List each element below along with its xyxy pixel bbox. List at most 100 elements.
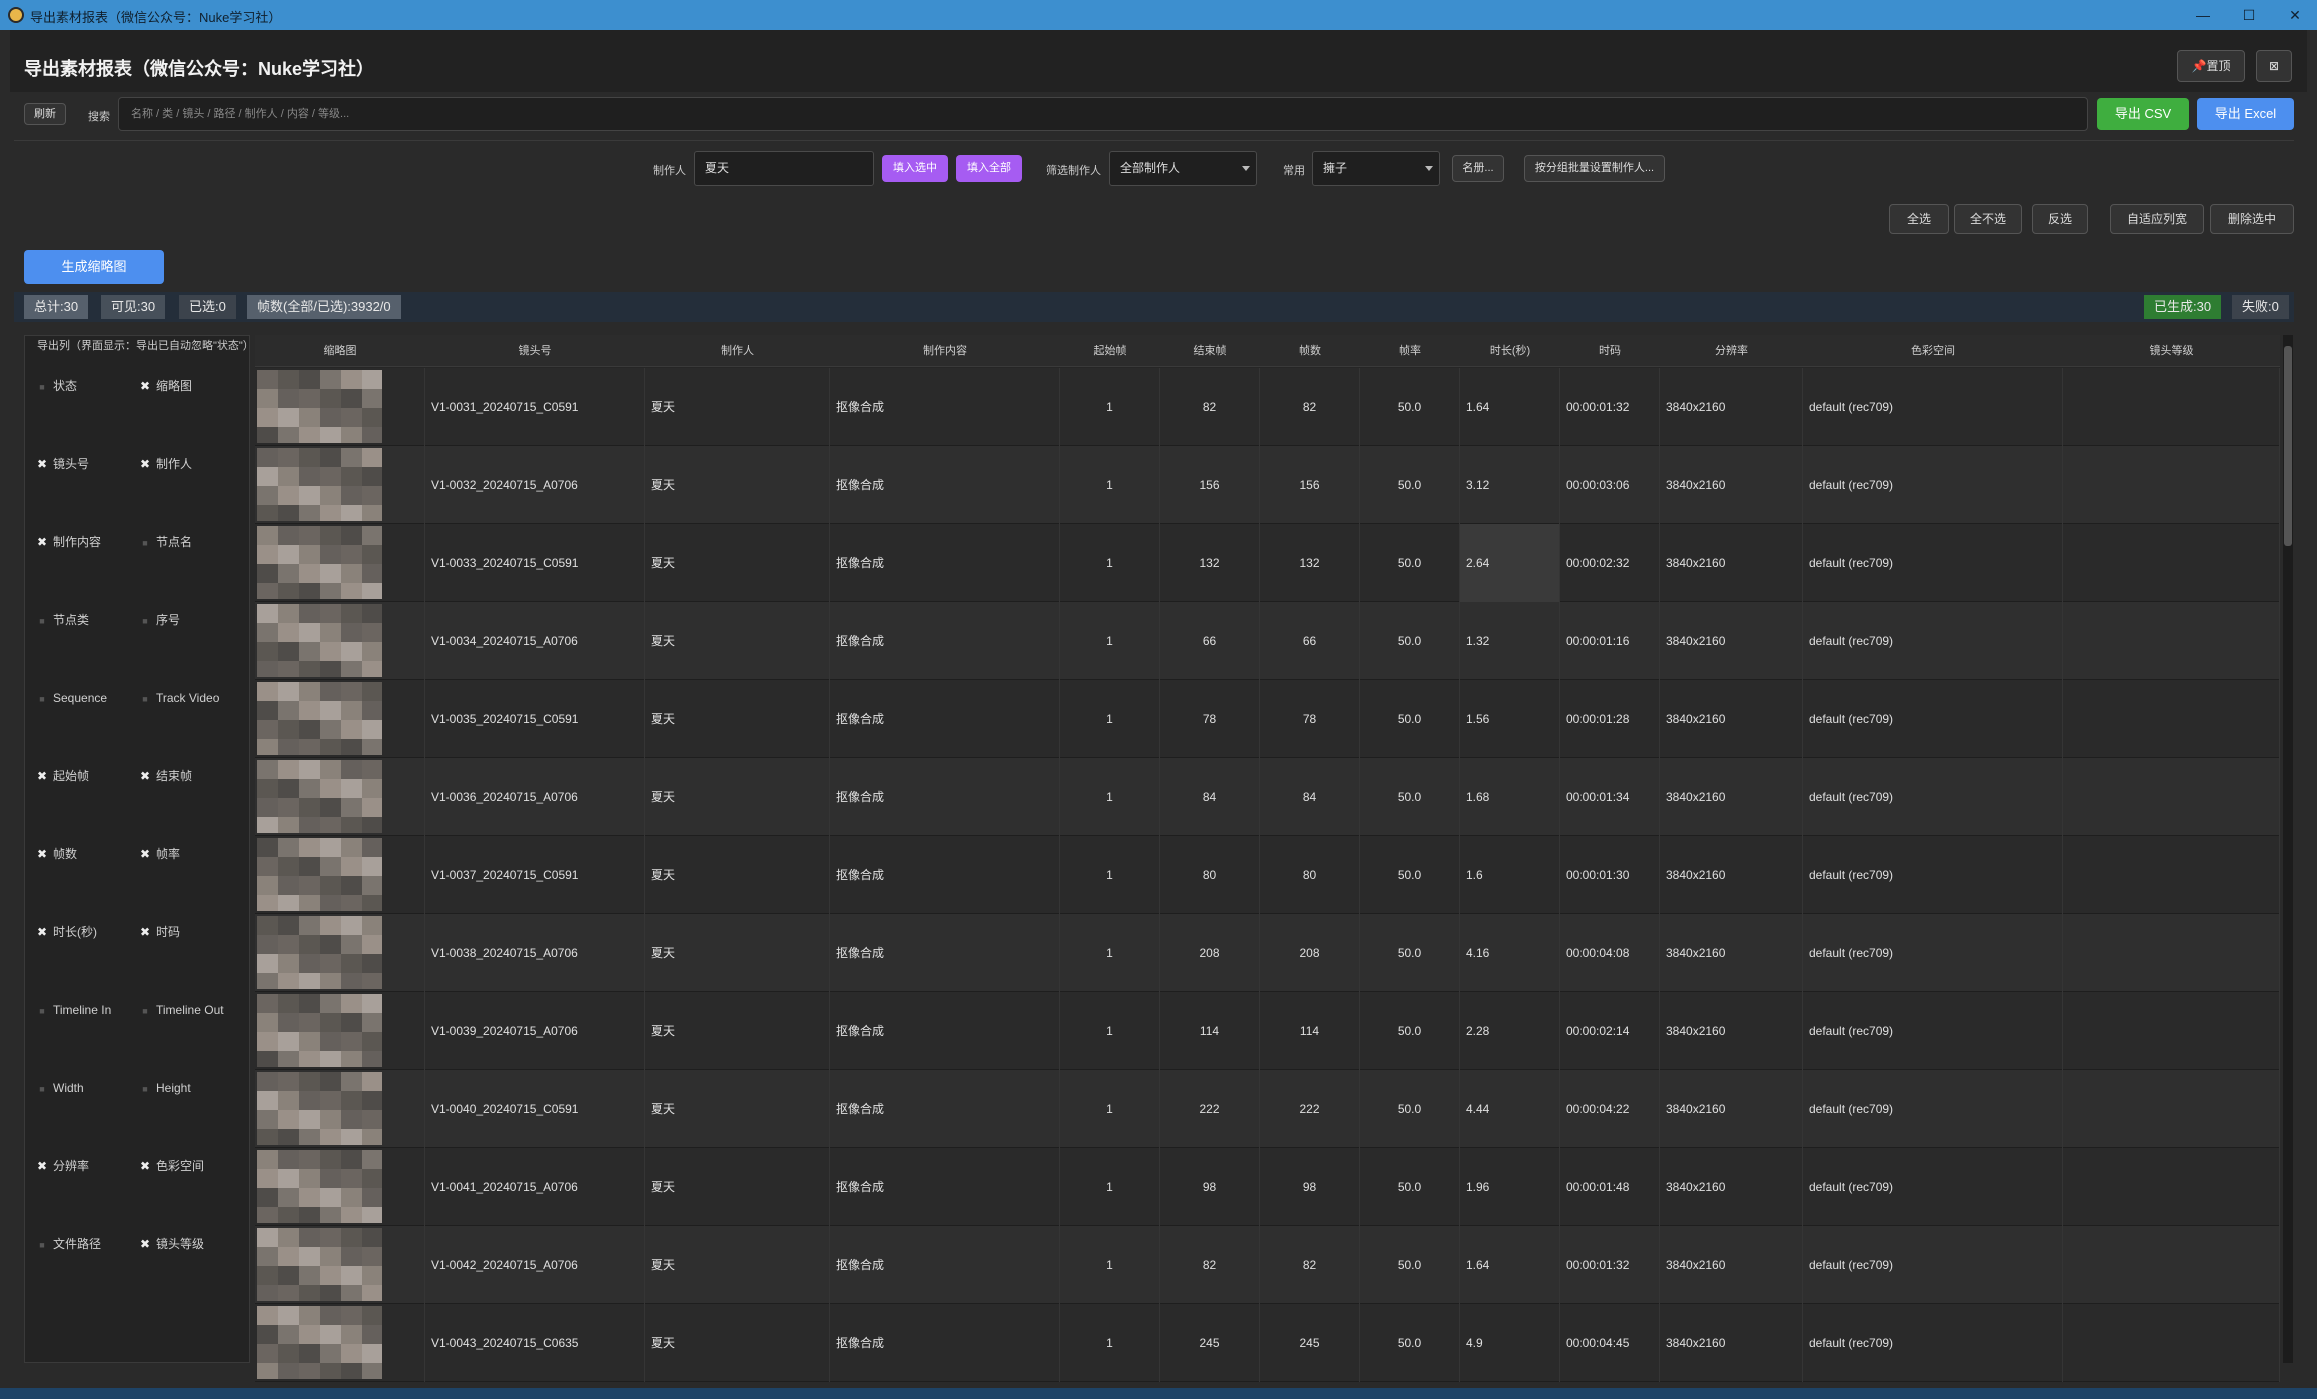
- column-option[interactable]: ✖ 分辨率: [35, 1156, 89, 1176]
- auto-column-width-button[interactable]: 自适应列宽: [2110, 204, 2204, 234]
- cell-shot[interactable]: V1-0038_20240715_A0706: [425, 914, 645, 992]
- column-header[interactable]: 制作内容: [830, 335, 1060, 367]
- cell-tc[interactable]: 00:00:02:14: [1560, 992, 1660, 1070]
- cell-level[interactable]: [2063, 1148, 2280, 1226]
- table-row[interactable]: V1-0034_20240715_A0706 夏天 抠像合成 1 66 66 50.0 1.3…: [255, 602, 2280, 680]
- cell-frames[interactable]: 82: [1260, 368, 1360, 446]
- thumbnail-cell[interactable]: [255, 1226, 425, 1304]
- column-header[interactable]: 镜头号: [425, 335, 645, 367]
- table-row[interactable]: V1-0031_20240715_C0591 夏天 抠像合成 1 82 82 50.0 1.6…: [255, 368, 2280, 446]
- checkbox-unchecked-icon[interactable]: ■: [35, 1001, 49, 1021]
- export-excel-button[interactable]: 导出 Excel: [2197, 98, 2294, 130]
- cell-end[interactable]: 132: [1160, 524, 1260, 602]
- cell-end[interactable]: 208: [1160, 914, 1260, 992]
- cell-cs[interactable]: default (rec709): [1803, 914, 2063, 992]
- minimize-icon[interactable]: —: [2180, 0, 2226, 30]
- close-icon[interactable]: ✕: [2272, 0, 2317, 30]
- cell-cs[interactable]: default (rec709): [1803, 836, 2063, 914]
- common-dropdown[interactable]: 擁子: [1312, 151, 1440, 186]
- cell-end[interactable]: 245: [1160, 1304, 1260, 1382]
- cell-res[interactable]: 3840x2160: [1660, 446, 1803, 524]
- thumbnail-cell[interactable]: [255, 524, 425, 602]
- cell-fps[interactable]: 50.0: [1360, 1226, 1460, 1304]
- cell-shot[interactable]: V1-0032_20240715_A0706: [425, 446, 645, 524]
- cell-fps[interactable]: 50.0: [1360, 602, 1460, 680]
- cell-start[interactable]: 1: [1060, 914, 1160, 992]
- column-header[interactable]: 起始帧: [1060, 335, 1160, 367]
- checkbox-unchecked-icon[interactable]: ■: [138, 1001, 152, 1021]
- cell-dur[interactable]: 4.16: [1460, 914, 1560, 992]
- column-header[interactable]: 制作人: [645, 335, 830, 367]
- cell-producer[interactable]: 夏天: [645, 602, 830, 680]
- cell-producer[interactable]: 夏天: [645, 446, 830, 524]
- column-header[interactable]: 缩略图: [255, 335, 425, 367]
- checkbox-checked-icon[interactable]: ✖: [138, 376, 152, 396]
- cell-frames[interactable]: 98: [1260, 1148, 1360, 1226]
- cell-producer[interactable]: 夏天: [645, 1226, 830, 1304]
- cell-frames[interactable]: 114: [1260, 992, 1360, 1070]
- cell-producer[interactable]: 夏天: [645, 680, 830, 758]
- checkbox-unchecked-icon[interactable]: ■: [138, 611, 152, 631]
- cell-producer[interactable]: 夏天: [645, 524, 830, 602]
- vertical-scrollbar-thumb[interactable]: [2284, 346, 2292, 546]
- cell-frames[interactable]: 66: [1260, 602, 1360, 680]
- cell-fps[interactable]: 50.0: [1360, 992, 1460, 1070]
- cell-start[interactable]: 1: [1060, 1148, 1160, 1226]
- cell-res[interactable]: 3840x2160: [1660, 914, 1803, 992]
- cell-cs[interactable]: default (rec709): [1803, 1148, 2063, 1226]
- cell-cs[interactable]: default (rec709): [1803, 992, 2063, 1070]
- checkbox-checked-icon[interactable]: ✖: [35, 922, 49, 942]
- cell-dur[interactable]: 1.32: [1460, 602, 1560, 680]
- cell-cs[interactable]: default (rec709): [1803, 680, 2063, 758]
- cell-frames[interactable]: 84: [1260, 758, 1360, 836]
- cell-fps[interactable]: 50.0: [1360, 524, 1460, 602]
- cell-level[interactable]: [2063, 992, 2280, 1070]
- checkbox-unchecked-icon[interactable]: ■: [35, 611, 49, 631]
- column-option[interactable]: ■ Width: [35, 1078, 83, 1099]
- cell-res[interactable]: 3840x2160: [1660, 992, 1803, 1070]
- cell-tc[interactable]: 00:00:03:06: [1560, 446, 1660, 524]
- column-header[interactable]: 帧率: [1360, 335, 1460, 367]
- cell-end[interactable]: 78: [1160, 680, 1260, 758]
- thumbnail-cell[interactable]: [255, 368, 425, 446]
- cell-start[interactable]: 1: [1060, 836, 1160, 914]
- cell-dur[interactable]: 2.28: [1460, 992, 1560, 1070]
- cell-frames[interactable]: 245: [1260, 1304, 1360, 1382]
- table-row[interactable]: V1-0035_20240715_C0591 夏天 抠像合成 1 78 78 50.0 1.5…: [255, 680, 2280, 758]
- cell-frames[interactable]: 132: [1260, 524, 1360, 602]
- column-header[interactable]: 时长(秒): [1460, 335, 1560, 367]
- cell-start[interactable]: 1: [1060, 1304, 1160, 1382]
- cell-dur[interactable]: 1.64: [1460, 368, 1560, 446]
- cell-res[interactable]: 3840x2160: [1660, 368, 1803, 446]
- checkbox-checked-icon[interactable]: ✖: [138, 766, 152, 786]
- cell-shot[interactable]: V1-0042_20240715_A0706: [425, 1226, 645, 1304]
- column-option[interactable]: ■ Track Video: [138, 688, 219, 708]
- checkbox-checked-icon[interactable]: ✖: [35, 844, 49, 864]
- cell-frames[interactable]: 156: [1260, 446, 1360, 524]
- column-option[interactable]: ✖ 镜头等级: [138, 1234, 204, 1254]
- cell-dur[interactable]: 2.64: [1460, 524, 1560, 602]
- cell-end[interactable]: 80: [1160, 836, 1260, 914]
- thumbnail-cell[interactable]: [255, 602, 425, 680]
- cell-dur[interactable]: 1.68: [1460, 758, 1560, 836]
- cell-cs[interactable]: default (rec709): [1803, 758, 2063, 836]
- cell-dur[interactable]: 1.96: [1460, 1148, 1560, 1226]
- cell-dur[interactable]: 4.9: [1460, 1304, 1560, 1382]
- cell-cs[interactable]: default (rec709): [1803, 602, 2063, 680]
- cell-fps[interactable]: 50.0: [1360, 680, 1460, 758]
- cell-content[interactable]: 抠像合成: [830, 758, 1060, 836]
- thumbnail-cell[interactable]: [255, 1148, 425, 1226]
- table-row[interactable]: V1-0043_20240715_C0635 夏天 抠像合成 1 245 245 50.0 4…: [255, 1304, 2280, 1382]
- cell-content[interactable]: 抠像合成: [830, 446, 1060, 524]
- thumbnail-cell[interactable]: [255, 914, 425, 992]
- cell-shot[interactable]: V1-0035_20240715_C0591: [425, 680, 645, 758]
- cell-frames[interactable]: 78: [1260, 680, 1360, 758]
- cell-fps[interactable]: 50.0: [1360, 758, 1460, 836]
- column-option[interactable]: ✖ 缩略图: [138, 376, 192, 396]
- refresh-button[interactable]: 刷新: [24, 103, 66, 125]
- cell-producer[interactable]: 夏天: [645, 368, 830, 446]
- cell-shot[interactable]: V1-0040_20240715_C0591: [425, 1070, 645, 1148]
- cell-res[interactable]: 3840x2160: [1660, 1304, 1803, 1382]
- cell-tc[interactable]: 00:00:01:30: [1560, 836, 1660, 914]
- checkbox-unchecked-icon[interactable]: ■: [35, 1079, 49, 1099]
